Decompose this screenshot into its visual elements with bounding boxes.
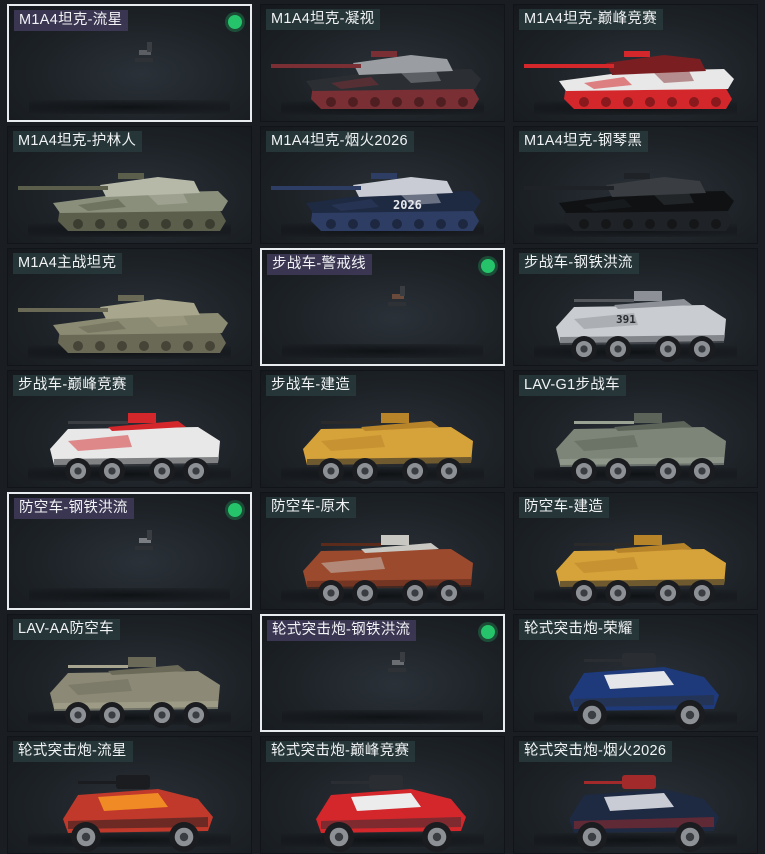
skin-card[interactable]: M1A4坦克-钢琴黑 (513, 126, 758, 244)
skin-card[interactable]: M1A4主战坦克 (7, 248, 252, 366)
skin-name-label: M1A4主战坦克 (13, 253, 123, 274)
skin-card[interactable]: 步战车-警戒线 (260, 248, 505, 366)
skin-name-label: M1A4坦克-凝视 (266, 9, 381, 30)
equipped-indicator-icon (481, 259, 495, 273)
skin-name-label: M1A4坦克-巅峰竞赛 (519, 9, 664, 30)
skin-name-label: M1A4坦克-烟火2026 (266, 131, 414, 152)
skin-card[interactable]: LAV-AA防空车 (7, 614, 252, 732)
skin-card[interactable]: 轮式突击炮-荣耀 (513, 614, 758, 732)
vehicle-tank-shape (271, 173, 481, 231)
skin-name-label: LAV-AA防空车 (13, 619, 120, 640)
skin-grid: M1A4坦克-流星 M1A4坦克-凝视 M1A4坦克-巅峰竞赛 M1A4坦克-护林人 2… (0, 0, 765, 854)
skin-card[interactable]: 轮式突击炮-烟火2026 (513, 736, 758, 854)
skin-card[interactable]: 391 步战车-钢铁洪流 (513, 248, 758, 366)
vehicle-placeholder-shape (135, 42, 153, 62)
skin-name-label: 步战车-巅峰竞赛 (13, 375, 133, 396)
skin-card[interactable]: 防空车-原木 (260, 492, 505, 610)
skin-card[interactable]: LAV-G1步战车 (513, 370, 758, 488)
skin-name-label: M1A4坦克-钢琴黑 (519, 131, 649, 152)
skin-name-label: 防空车-钢铁洪流 (14, 498, 134, 519)
skin-card[interactable]: 防空车-钢铁洪流 (7, 492, 252, 610)
vehicle-placeholder-shape (388, 652, 406, 672)
vehicle-tank-shape (524, 51, 734, 109)
skin-name-label: 步战车-钢铁洪流 (519, 253, 639, 274)
equipped-indicator-icon (481, 625, 495, 639)
skin-name-label: 轮式突击炮-荣耀 (519, 619, 639, 640)
vehicle-placeholder-shape (388, 286, 406, 306)
skin-card[interactable]: 防空车-建造 (513, 492, 758, 610)
skin-card[interactable]: M1A4坦克-流星 (7, 4, 252, 122)
skin-card[interactable]: 轮式突击炮-钢铁洪流 (260, 614, 505, 732)
skin-card[interactable]: 轮式突击炮-巅峰竞赛 (260, 736, 505, 854)
skin-card[interactable]: 步战车-建造 (260, 370, 505, 488)
skin-card[interactable]: M1A4坦克-凝视 (260, 4, 505, 122)
skin-name-label: 轮式突击炮-巅峰竞赛 (266, 741, 416, 762)
skin-name-label: 步战车-建造 (266, 375, 357, 396)
skin-name-label: 轮式突击炮-烟火2026 (519, 741, 673, 762)
skin-card[interactable]: 步战车-巅峰竞赛 (7, 370, 252, 488)
equipped-indicator-icon (228, 15, 242, 29)
equipped-indicator-icon (228, 503, 242, 517)
skin-name-label: 防空车-原木 (266, 497, 357, 518)
skin-card[interactable]: 2026 M1A4坦克-烟火2026 (260, 126, 505, 244)
skin-name-label: LAV-G1步战车 (519, 375, 626, 396)
vehicle-tank-shape (18, 173, 228, 231)
skin-name-label: M1A4坦克-护林人 (13, 131, 143, 152)
skin-card[interactable]: M1A4坦克-巅峰竞赛 (513, 4, 758, 122)
skin-name-label: 步战车-警戒线 (267, 254, 372, 275)
vehicle-placeholder-shape (135, 530, 153, 550)
vehicle-tank-shape (524, 173, 734, 231)
skin-name-label: 防空车-建造 (519, 497, 610, 518)
hull-decal-text: 2026 (393, 198, 422, 212)
skin-name-label: 轮式突击炮-流星 (13, 741, 133, 762)
hull-decal-text: 391 (616, 313, 636, 326)
skin-name-label: 轮式突击炮-钢铁洪流 (267, 620, 417, 641)
vehicle-tank-shape (271, 51, 481, 109)
skin-name-label: M1A4坦克-流星 (14, 10, 129, 31)
skin-card[interactable]: 轮式突击炮-流星 (7, 736, 252, 854)
skin-card[interactable]: M1A4坦克-护林人 (7, 126, 252, 244)
vehicle-tank-shape (18, 295, 228, 353)
